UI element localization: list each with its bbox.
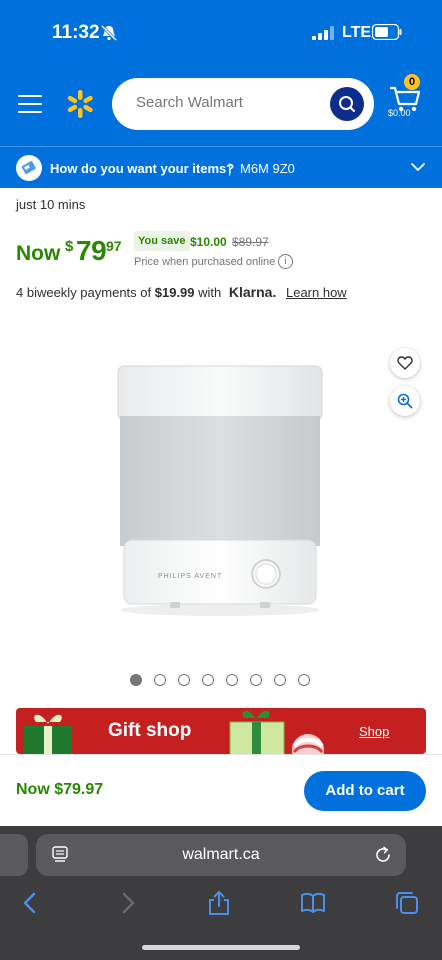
tabs-icon[interactable] (394, 890, 420, 916)
product-image[interactable]: PHILIPS AVENT (110, 360, 330, 620)
sticky-price: Now $79.97 (16, 781, 104, 798)
price-whole: 79 (76, 235, 107, 266)
favorite-button[interactable] (390, 348, 420, 378)
you-save-label: You save (138, 235, 186, 247)
search-input[interactable]: Search Walmart (136, 94, 243, 111)
cart-total: $0.00 (388, 108, 411, 118)
chevron-down-icon[interactable] (410, 159, 426, 175)
bell-slash-icon (100, 24, 118, 42)
gift-shop-banner[interactable]: Gift shop Shop (16, 708, 426, 754)
svg-text:PHILIPS AVENT: PHILIPS AVENT (158, 573, 222, 580)
carousel-dot[interactable] (178, 674, 190, 686)
back-icon[interactable] (18, 890, 44, 916)
search-button[interactable] (330, 87, 364, 121)
menu-icon[interactable] (18, 94, 42, 114)
sticky-cart-bar: Now $79.97 Add to cart (0, 754, 442, 826)
price-note: Price when purchased online (134, 256, 276, 268)
klarna-prefix: 4 biweekly payments of (16, 285, 152, 300)
search-bar[interactable]: Search Walmart (112, 78, 374, 130)
status-time: 11:32 (52, 22, 100, 43)
carousel-dot[interactable] (130, 674, 142, 686)
site-header: 11:32 LTE Search Walmart 0 $0.00 How do … (0, 0, 442, 188)
was-price: $89.97 (232, 235, 269, 249)
delivery-selector[interactable]: How do you want your items? | M6M 9Z0 (0, 146, 442, 188)
truncated-text-line (16, 188, 426, 192)
klarna-amount: $19.99 (154, 285, 195, 300)
signal-icon (312, 26, 334, 40)
status-bar: 11:32 LTE (0, 0, 442, 66)
forward-icon[interactable] (114, 890, 140, 916)
postal-code: M6M 9Z0 (240, 161, 295, 176)
carousel-dot[interactable] (202, 674, 214, 686)
now-label: Now (16, 242, 61, 265)
savings-badge: You save (134, 231, 190, 251)
url-text: walmart.ca (182, 846, 260, 863)
zoom-button[interactable] (390, 386, 420, 416)
home-indicator (142, 945, 300, 950)
network-type: LTE (342, 24, 372, 41)
delivery-icon (16, 155, 42, 181)
gift-shop-link[interactable]: Shop (359, 724, 389, 739)
address-bar[interactable]: walmart.ca (36, 834, 406, 876)
bookmarks-icon[interactable] (300, 890, 326, 916)
carousel-dot[interactable] (250, 674, 262, 686)
zoom-icon (397, 393, 413, 409)
price-cents: 97 (106, 238, 122, 254)
save-amount: $10.00 (190, 235, 227, 249)
learn-how-link[interactable]: Learn how (286, 285, 347, 300)
add-to-cart-button[interactable]: Add to cart (304, 771, 426, 811)
reload-icon[interactable] (374, 846, 392, 864)
info-icon[interactable]: i (278, 254, 293, 269)
carousel-dot[interactable] (154, 674, 166, 686)
klarna-with: with (198, 285, 222, 300)
battery-icon (372, 24, 402, 40)
delivery-question: How do you want your items? (50, 161, 235, 176)
share-icon[interactable] (206, 890, 232, 916)
walmart-spark-icon[interactable] (64, 88, 96, 120)
cart-count-badge: 0 (404, 74, 420, 90)
carousel-dot[interactable] (298, 674, 310, 686)
carousel-dot[interactable] (226, 674, 238, 686)
search-icon (339, 96, 355, 112)
delivery-separator: | (228, 161, 232, 176)
gift-shop-title: Gift shop (108, 720, 192, 741)
heart-icon (397, 356, 413, 370)
delivery-time-text: just 10 mins (16, 197, 86, 212)
klarna-logo: Klarna. (228, 284, 277, 300)
klarna-payment-info: 4 biweekly payments of $19.99 with Klarn… (16, 284, 347, 300)
image-carousel-dots (130, 674, 320, 688)
previous-tab-pill[interactable] (0, 834, 28, 876)
price-currency: $ (65, 238, 74, 255)
carousel-dot[interactable] (274, 674, 286, 686)
